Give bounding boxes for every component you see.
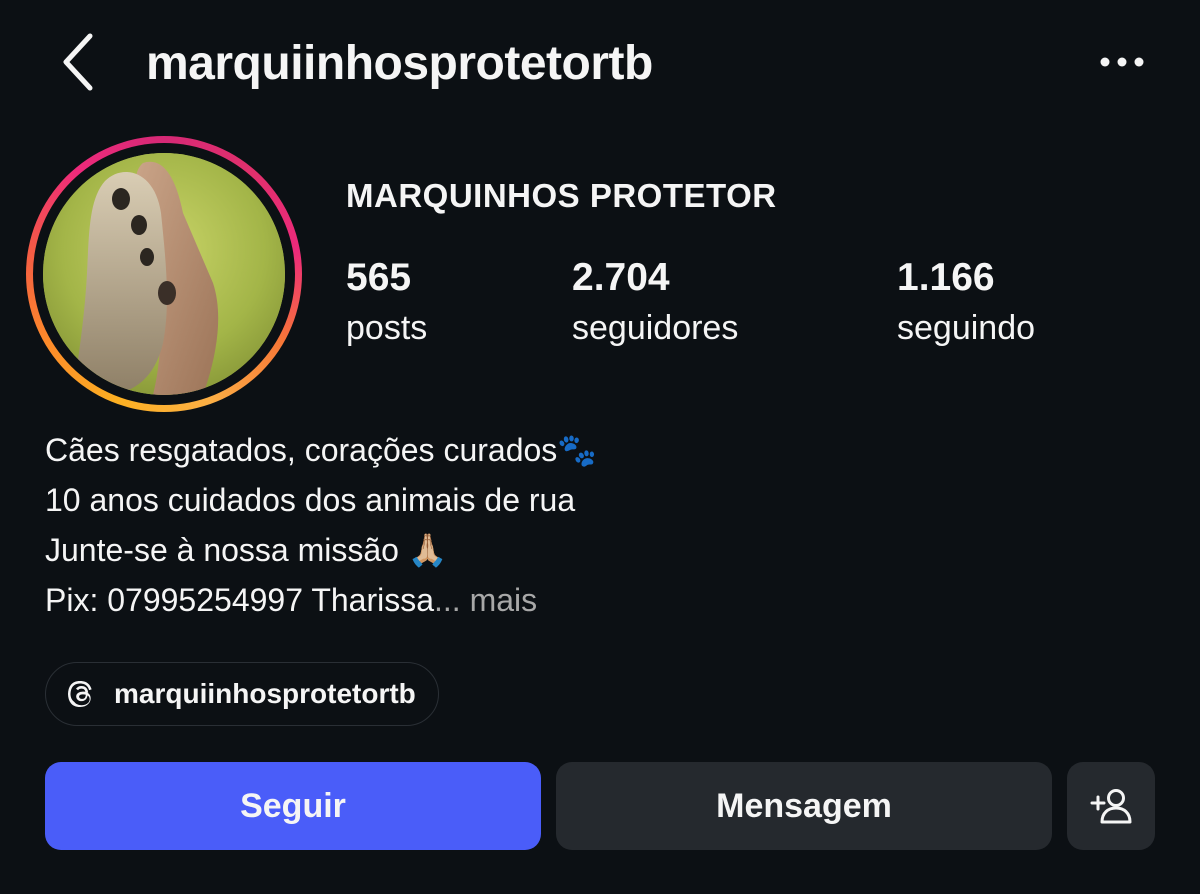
display-name: MARQUINHOS PROTETOR — [346, 177, 777, 214]
story-ring[interactable] — [26, 136, 302, 412]
back-button[interactable] — [56, 30, 100, 94]
stat-posts-label: posts — [346, 309, 428, 347]
stat-followers-label: seguidores — [572, 309, 739, 347]
bio-line: Junte-se à nossa missão 🙏🏼 — [45, 532, 448, 568]
more-options-button[interactable] — [1092, 40, 1152, 84]
stat-followers[interactable]: 2.704 seguidores — [572, 254, 738, 350]
stat-following-label: seguindo — [897, 309, 1036, 347]
add-person-icon — [1090, 789, 1132, 824]
stat-followers-value: 2.704 — [572, 256, 670, 299]
avatar — [43, 153, 285, 395]
paw-emoji: 🐾 — [557, 432, 598, 468]
bio-more-link[interactable]: mais — [470, 582, 538, 618]
suggest-people-button[interactable] — [1067, 762, 1155, 850]
message-button[interactable]: Mensagem — [556, 762, 1052, 850]
chevron-left-icon — [63, 33, 93, 91]
bio: Cães resgatados, corações curados🐾 10 an… — [45, 425, 1145, 625]
more-horizontal-icon — [1100, 57, 1144, 67]
stat-following-value: 1.166 — [897, 256, 995, 299]
bio-ellipsis: ... — [434, 582, 461, 618]
stat-posts[interactable]: 565 posts — [346, 254, 427, 350]
follow-button[interactable]: Seguir — [45, 762, 541, 850]
praying-hands-emoji: 🙏🏼 — [407, 532, 448, 568]
threads-icon — [68, 681, 92, 707]
threads-link-chip[interactable]: marquiinhosprotetortb — [45, 662, 439, 726]
bio-line: Pix: 07995254997 Tharissa... mais — [45, 582, 538, 618]
bio-line: Cães resgatados, corações curados🐾 — [45, 432, 598, 468]
threads-link-label: marquiinhosprotetortb — [114, 678, 416, 709]
profile-username-title: marquiinhosprotetortb — [146, 37, 653, 90]
bio-line: 10 anos cuidados dos animais de rua — [45, 482, 576, 518]
stat-following[interactable]: 1.166 seguindo — [897, 254, 1035, 350]
stat-posts-value: 565 — [346, 256, 412, 299]
profile-page: marquiinhosprotetortb MARQUINHOS PROTETO… — [0, 0, 1200, 894]
